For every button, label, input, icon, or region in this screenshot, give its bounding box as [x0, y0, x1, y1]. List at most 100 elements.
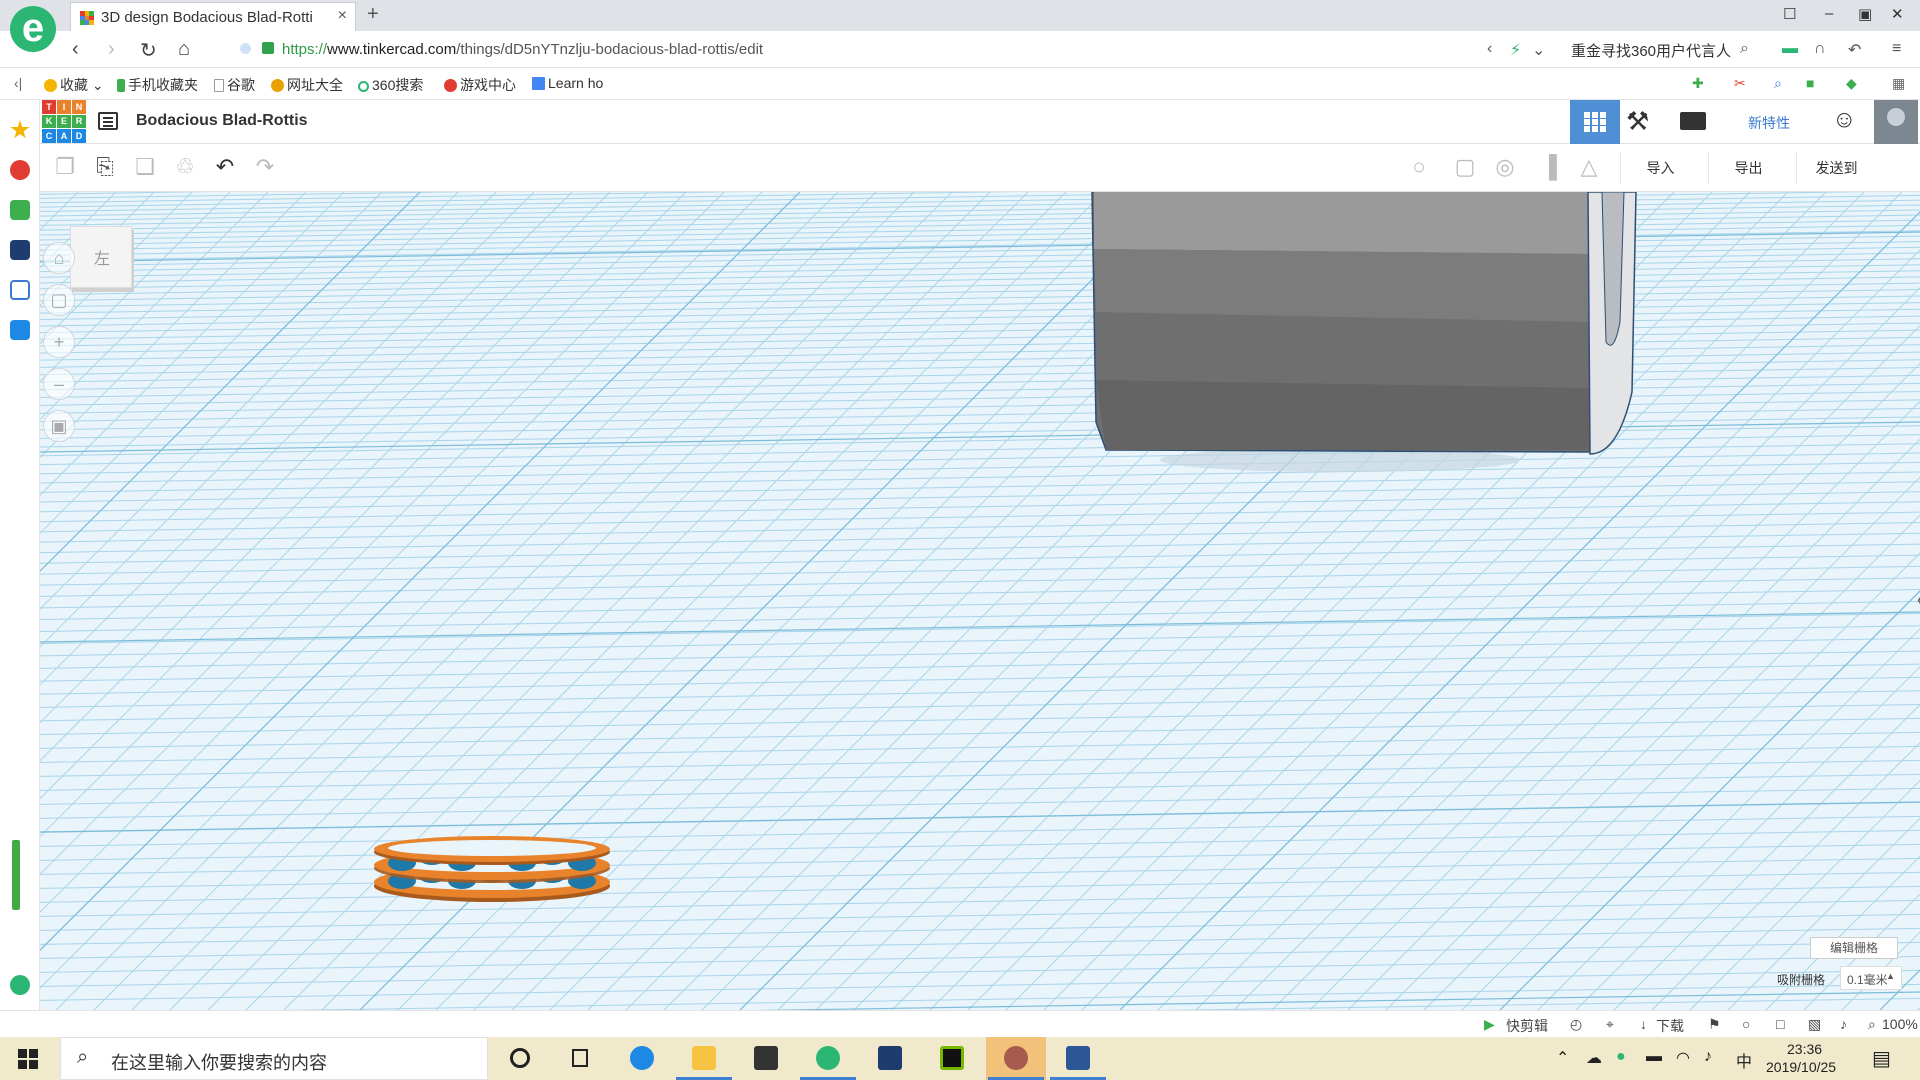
forward-icon[interactable]: ›: [108, 38, 115, 61]
windows-start-icon[interactable]: [18, 1049, 38, 1069]
collapse-sidebar-icon[interactable]: ‹|: [14, 75, 22, 91]
taskbar-app-edge[interactable]: [612, 1037, 672, 1080]
wifi-icon[interactable]: ◠: [1676, 1048, 1690, 1068]
design-list-icon[interactable]: [98, 112, 118, 130]
group-icon[interactable]: ▢: [1452, 154, 1478, 180]
bookmark-360search[interactable]: 360搜索: [358, 75, 423, 95]
apps-grid-icon[interactable]: ▦: [1892, 75, 1905, 92]
news-icon[interactable]: [10, 240, 30, 260]
back-icon[interactable]: ‹: [72, 38, 79, 61]
favorites-star-icon[interactable]: [10, 120, 30, 139]
view-cube[interactable]: 左: [70, 226, 132, 288]
lightbulb-icon[interactable]: ○: [1406, 154, 1432, 180]
bookmark-mobile[interactable]: 手机收藏夹: [117, 75, 198, 95]
chevron-up-icon[interactable]: ⌃: [1556, 1048, 1569, 1068]
360-browser-logo[interactable]: e: [10, 6, 56, 52]
paste-icon[interactable]: ⎘: [92, 154, 118, 180]
zoom-icon[interactable]: ⌕: [1868, 1016, 1876, 1033]
mirror-icon[interactable]: △: [1576, 154, 1602, 180]
sound-icon[interactable]: ♪: [1840, 1016, 1847, 1032]
zoom-in-icon[interactable]: +: [43, 326, 75, 358]
clock-date[interactable]: 2019/10/25: [1766, 1059, 1836, 1075]
minimize-button[interactable]: –: [1825, 5, 1833, 22]
battery-icon[interactable]: ▬: [1782, 40, 1798, 58]
quick-cut-icon[interactable]: ▶: [1484, 1016, 1495, 1033]
tab-close-icon[interactable]: ×: [338, 7, 347, 25]
quick-cut-label[interactable]: 快剪辑: [1506, 1016, 1548, 1036]
taskbar-app-game[interactable]: [986, 1037, 1046, 1080]
taskbar-app-store[interactable]: [736, 1037, 796, 1080]
taskbar-app-360browser[interactable]: [798, 1037, 858, 1080]
headphones-icon[interactable]: ∩: [1814, 40, 1826, 58]
speed-mode-icon[interactable]: ⚡: [1510, 40, 1521, 60]
bookmark-favorites[interactable]: 收藏 ⌄: [44, 75, 104, 95]
copy-icon[interactable]: ❐: [52, 154, 78, 180]
menu-icon[interactable]: ≡: [1892, 40, 1901, 58]
bookmark-learn[interactable]: Learn ho: [532, 75, 603, 91]
flag-icon[interactable]: ⚑: [1708, 1016, 1721, 1033]
extension-add-icon[interactable]: ✚: [1692, 75, 1704, 92]
task-view-button[interactable]: [550, 1037, 610, 1080]
document-icon[interactable]: [10, 280, 30, 300]
chat-icon[interactable]: [10, 320, 30, 340]
home-icon[interactable]: ⌂: [178, 38, 190, 61]
tinkercad-logo[interactable]: T I N K E R C A D: [42, 100, 86, 143]
workplane[interactable]: 左 ⌂ ▢ + – ▣ 〈 编辑栅格 吸附栅格 0.1毫米 ▲: [40, 192, 1920, 1010]
lock-icon[interactable]: [262, 42, 274, 54]
undo-icon[interactable]: ↶: [212, 154, 238, 180]
weibo-icon[interactable]: [10, 160, 30, 180]
bookmark-google[interactable]: 谷歌: [214, 75, 255, 95]
skin-icon[interactable]: ☐: [1783, 5, 1796, 23]
360-safe-icon[interactable]: ●: [1616, 1048, 1626, 1066]
send-to-button[interactable]: 发送到: [1796, 152, 1876, 184]
search-promo-link[interactable]: 重金寻找360用户代言人: [1571, 40, 1731, 61]
search-icon[interactable]: ⌕: [1740, 40, 1749, 58]
notification-icon[interactable]: ▤: [1872, 1046, 1891, 1071]
mail-icon[interactable]: [10, 200, 30, 220]
redo-icon[interactable]: ↷: [252, 154, 278, 180]
import-button[interactable]: 导入: [1620, 152, 1700, 184]
avatar[interactable]: [1874, 100, 1918, 144]
taskbar-search-box[interactable]: ⌕ 在这里输入你要搜索的内容: [60, 1037, 488, 1080]
reload-icon[interactable]: ↻: [140, 38, 157, 63]
site-info-icon[interactable]: [240, 43, 251, 54]
new-features-link[interactable]: 新特性: [1748, 113, 1790, 133]
compass-icon[interactable]: ○: [1742, 1016, 1750, 1032]
snap-grid-select[interactable]: 0.1毫米 ▲: [1840, 966, 1902, 990]
screenshot-icon[interactable]: ✂: [1734, 75, 1746, 92]
taskbar-app-player[interactable]: [860, 1037, 920, 1080]
bookmark-hao[interactable]: 网址大全: [271, 75, 343, 95]
workplane-grid[interactable]: [40, 192, 1920, 1010]
add-circle-icon[interactable]: [10, 975, 30, 995]
zoom-out-icon[interactable]: –: [43, 368, 75, 400]
ortho-view-icon[interactable]: ▣: [43, 410, 75, 442]
chevron-left-icon[interactable]: 〈: [1906, 585, 1920, 614]
battery-icon[interactable]: ▬: [1646, 1048, 1662, 1066]
browser-tab[interactable]: 3D design Bodacious Blad-Rotti ×: [70, 2, 356, 31]
undo-icon[interactable]: ↶: [1848, 40, 1861, 60]
duplicate-icon[interactable]: ❑: [132, 154, 158, 180]
zoom-level[interactable]: 100%: [1882, 1016, 1918, 1032]
download-label[interactable]: 下载: [1656, 1016, 1684, 1036]
clock-time[interactable]: 23:36: [1787, 1041, 1822, 1057]
taskbar-app-explorer[interactable]: [674, 1037, 734, 1080]
add-user-icon[interactable]: ☺: [1832, 106, 1857, 134]
new-tab-button[interactable]: +: [367, 3, 379, 26]
ungroup-icon[interactable]: ◎: [1492, 154, 1518, 180]
translate-icon[interactable]: ▧: [1808, 1016, 1821, 1033]
thrust-bearing[interactable]: [374, 836, 610, 902]
magnifier-icon[interactable]: ⌕: [1774, 75, 1782, 92]
speedometer-icon[interactable]: ◴: [1570, 1016, 1582, 1033]
3d-view-grid-icon[interactable]: [1570, 100, 1620, 144]
fit-view-icon[interactable]: ▢: [43, 284, 75, 316]
export-button[interactable]: 导出: [1708, 152, 1788, 184]
trash-icon[interactable]: ♲: [172, 154, 198, 180]
maximize-button[interactable]: ▣: [1858, 5, 1872, 23]
download-icon[interactable]: ↓: [1640, 1016, 1647, 1032]
cortana-button[interactable]: [490, 1037, 550, 1080]
bookmark-games[interactable]: 游戏中心: [444, 75, 516, 95]
window-icon[interactable]: □: [1776, 1016, 1784, 1032]
url-input[interactable]: https://www.tinkercad.com/things/dD5nYTn…: [282, 41, 763, 58]
blocks-pickaxe-icon[interactable]: ⚒: [1626, 106, 1649, 137]
align-icon[interactable]: ▐: [1536, 154, 1562, 180]
